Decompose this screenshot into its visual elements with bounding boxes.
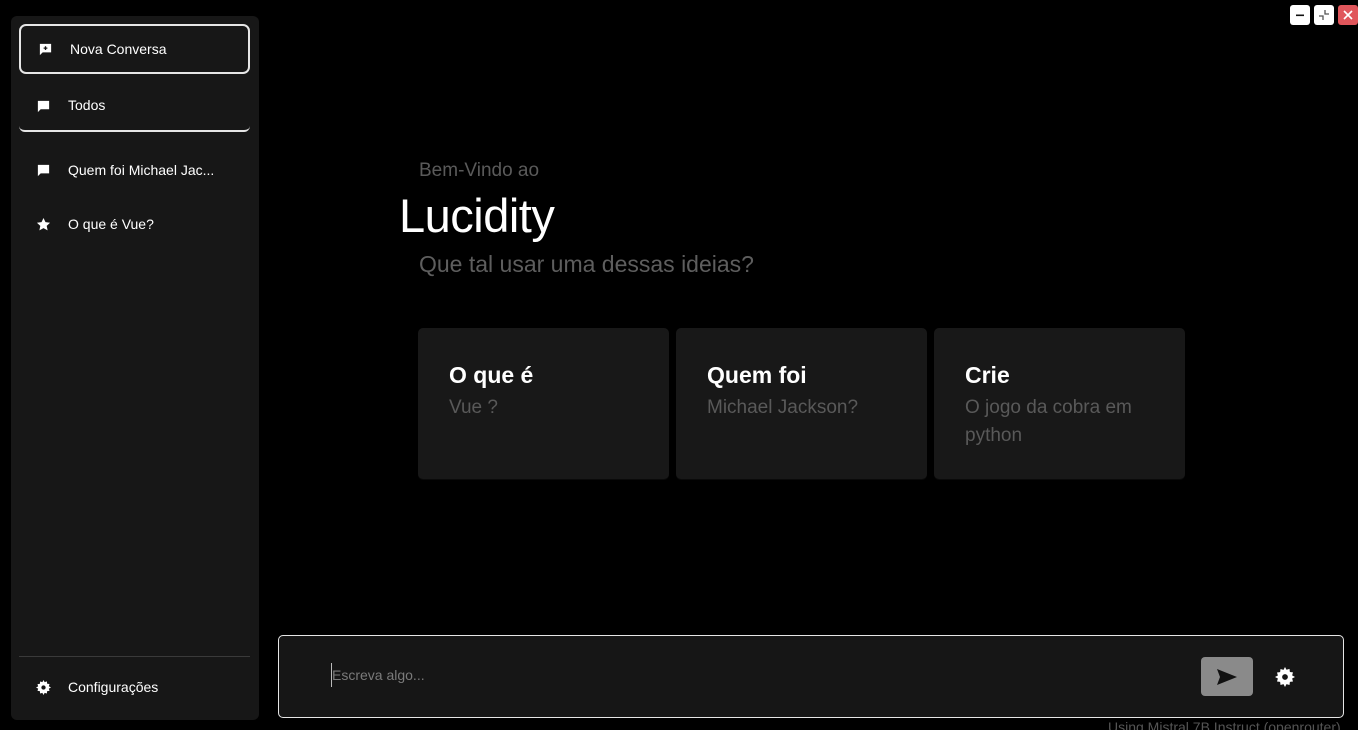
close-icon: [1343, 10, 1353, 20]
sidebar: Nova Conversa Todos Quem foi Michael Jac…: [11, 16, 259, 720]
composer-settings-button[interactable]: [1274, 666, 1296, 688]
star-icon: [35, 216, 51, 232]
window-controls: [1290, 5, 1358, 25]
suggestion-subtitle: Vue ?: [449, 397, 498, 418]
app-title: Lucidity: [399, 189, 555, 242]
send-icon: [1217, 668, 1237, 685]
conversation-label: O que é Vue?: [68, 216, 154, 232]
welcome-text: Bem-Vindo ao: [419, 160, 540, 181]
conversation-item[interactable]: Quem foi Michael Jac...: [19, 145, 250, 195]
message-composer: [278, 635, 1344, 718]
restore-icon: [1319, 10, 1329, 20]
chat-icon: [35, 162, 51, 178]
sidebar-item-label: Todos: [68, 97, 106, 113]
new-chat-label: Nova Conversa: [70, 41, 167, 57]
restore-button[interactable]: [1314, 5, 1334, 25]
conversation-label: Quem foi Michael Jac...: [68, 162, 215, 178]
sidebar-divider: [19, 656, 250, 657]
send-button[interactable]: [1201, 657, 1253, 696]
model-status: Using Mistral 7B Instruct (openrouter): [1108, 719, 1341, 730]
suggestion-card[interactable]: O que é Vue ?: [418, 328, 669, 479]
settings-label: Configurações: [68, 679, 159, 695]
suggestion-prompt: Que tal usar uma dessas ideias?: [419, 251, 754, 277]
conversation-item[interactable]: O que é Vue?: [19, 199, 250, 249]
new-chat-icon: [37, 41, 53, 57]
settings-button[interactable]: Configurações: [19, 662, 250, 712]
gear-icon: [35, 679, 51, 695]
suggestion-subtitle: Michael Jackson?: [707, 397, 859, 418]
new-chat-button[interactable]: Nova Conversa: [19, 24, 250, 74]
sidebar-item-all[interactable]: Todos: [19, 80, 250, 132]
suggestion-title: Quem foi: [707, 362, 807, 388]
suggestion-subtitle: O jogo da cobra em python: [965, 397, 1132, 446]
minimize-button[interactable]: [1290, 5, 1310, 25]
suggestion-title: O que é: [449, 362, 534, 388]
message-input[interactable]: [331, 663, 1181, 687]
gear-icon: [1275, 667, 1295, 687]
minimize-icon: [1296, 14, 1304, 17]
suggestion-card[interactable]: Crie O jogo da cobra em python: [934, 328, 1185, 479]
suggestion-card[interactable]: Quem foi Michael Jackson?: [676, 328, 927, 479]
chat-icon: [35, 97, 51, 113]
suggestion-title: Crie: [965, 362, 1010, 388]
close-button[interactable]: [1338, 5, 1358, 25]
